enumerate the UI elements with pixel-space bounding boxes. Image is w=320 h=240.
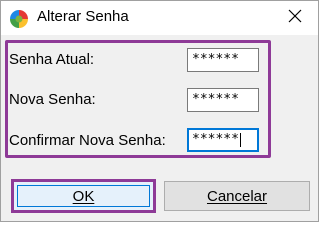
text-caret bbox=[239, 133, 241, 147]
close-button[interactable] bbox=[272, 1, 318, 34]
confirm-password-label: Confirmar Nova Senha: bbox=[9, 132, 166, 149]
close-icon bbox=[288, 9, 302, 27]
colorful-app-icon bbox=[9, 9, 29, 29]
current-password-field[interactable]: ****** bbox=[187, 48, 259, 72]
confirm-password-field[interactable]: ****** bbox=[187, 128, 259, 152]
cancel-button-label: Cancelar bbox=[206, 187, 268, 205]
ok-button[interactable]: OK bbox=[11, 179, 156, 213]
dialog-window: Alterar Senha Senha Atual: ****** Nova S… bbox=[0, 0, 319, 222]
window-title: Alterar Senha bbox=[37, 8, 129, 25]
new-password-field[interactable]: ****** bbox=[187, 88, 259, 112]
title-bar: Alterar Senha bbox=[1, 1, 318, 35]
current-password-value: ****** bbox=[192, 52, 239, 67]
ok-focus-ring: OK bbox=[17, 185, 150, 207]
new-password-label: Nova Senha: bbox=[9, 91, 96, 108]
new-password-value: ****** bbox=[192, 92, 239, 107]
current-password-label: Senha Atual: bbox=[9, 51, 95, 68]
confirm-password-value: ****** bbox=[192, 132, 239, 147]
ok-button-label: OK bbox=[72, 187, 95, 205]
cancel-button[interactable]: Cancelar bbox=[164, 181, 310, 211]
